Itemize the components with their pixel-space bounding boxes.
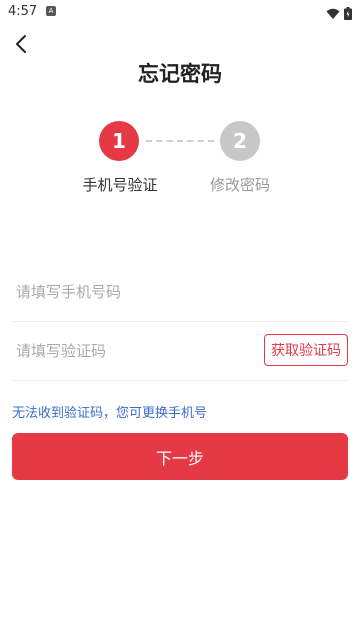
step-1-label: 手机号验证 xyxy=(82,176,158,194)
status-bar: 4:57 A xyxy=(0,0,360,24)
verification-code-input[interactable] xyxy=(16,322,256,380)
next-step-button[interactable]: 下一步 xyxy=(12,433,348,480)
change-phone-link[interactable]: 无法收到验证码，您可更换手机号 xyxy=(12,402,207,421)
status-icons xyxy=(326,5,352,24)
status-time: 4:57 xyxy=(8,4,38,19)
page-title: 忘记密码 xyxy=(138,62,222,86)
wifi-icon xyxy=(326,5,340,24)
step-2-label: 修改密码 xyxy=(209,176,270,194)
step-1-circle: 1 xyxy=(99,121,139,161)
a-notification-icon: A xyxy=(46,6,56,16)
battery-icon xyxy=(344,5,352,24)
get-code-button[interactable]: 获取验证码 xyxy=(264,334,348,366)
code-field-row: 获取验证码 xyxy=(12,322,348,381)
step-2-circle: 2 xyxy=(220,121,260,161)
back-button[interactable] xyxy=(10,32,34,56)
phone-field-row xyxy=(12,262,348,322)
phone-input[interactable] xyxy=(16,262,256,321)
step-connector xyxy=(146,140,214,142)
